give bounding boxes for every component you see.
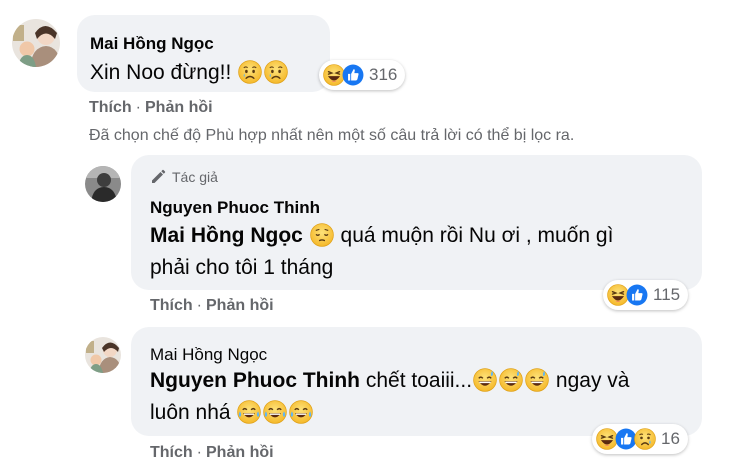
reply-text-line: phải cho tôi 1 tháng xyxy=(150,256,334,279)
comment-text-content: Xin Noo đừng!! xyxy=(90,61,232,84)
reaction-count: 316 xyxy=(369,65,398,84)
sad-face-emoji xyxy=(264,60,288,84)
author-badge: Tác giả xyxy=(150,169,218,185)
filter-notice: Đã chọn chế độ Phù hợp nhất nên một số c… xyxy=(89,127,575,144)
reply-text-content: quá muộn rồi Nu ơi , muốn gì xyxy=(340,224,614,247)
reaction-summary[interactable]: 16 xyxy=(592,424,688,454)
reply-text: Mai Hồng Ngọc quá muộn rồi Nu ơi , muốn … xyxy=(150,220,613,284)
like-icon xyxy=(626,284,648,306)
reply-text-content: ngay và xyxy=(555,369,630,392)
like-button[interactable]: Thích xyxy=(89,99,132,116)
comment-text: Xin Noo đừng!! xyxy=(90,57,289,89)
mention-link[interactable]: Mai Hồng Ngọc xyxy=(150,224,303,247)
laughing-tears-emoji xyxy=(237,400,261,424)
like-button[interactable]: Thích xyxy=(150,297,193,314)
mention-link[interactable]: Nguyen Phuoc Thinh xyxy=(150,369,360,392)
reply-button[interactable]: Phản hồi xyxy=(145,99,213,116)
reaction-count: 115 xyxy=(653,285,681,304)
avatar-mai-hong-ngoc[interactable] xyxy=(85,337,121,373)
reply-author[interactable]: Mai Hồng Ngọc xyxy=(150,345,267,365)
author-badge-label: Tác giả xyxy=(172,169,218,185)
like-button[interactable]: Thích xyxy=(150,444,193,461)
reply-actions: Thích · Phản hồi xyxy=(150,297,274,314)
sweat-smile-emoji xyxy=(473,368,497,392)
reply-author[interactable]: Nguyen Phuoc Thinh xyxy=(150,198,320,218)
reaction-summary[interactable]: 316 xyxy=(319,60,406,90)
reply-text: Nguyen Phuoc Thinh chết toaiii... ngay v… xyxy=(150,365,629,429)
laughing-tears-emoji xyxy=(263,400,287,424)
avatar-mai-hong-ngoc[interactable] xyxy=(12,19,60,67)
like-icon xyxy=(342,64,364,86)
reply-text-line: Nguyen Phuoc Thinh chết toaiii... ngay v… xyxy=(150,365,629,397)
pensive-emoji xyxy=(310,223,334,247)
sad-face-emoji xyxy=(238,60,262,84)
reply-actions: Thích · Phản hồi xyxy=(150,444,274,461)
pencil-icon xyxy=(152,169,166,183)
comment-author[interactable]: Mai Hồng Ngọc xyxy=(90,34,214,54)
reply-button[interactable]: Phản hồi xyxy=(206,297,274,314)
reaction-count: 16 xyxy=(661,429,680,448)
avatar-nguyen-phuoc-thinh[interactable] xyxy=(85,166,121,202)
laughing-tears-emoji xyxy=(289,400,313,424)
comment-actions: Thích · Phản hồi xyxy=(89,99,213,116)
reply-text-line: Mai Hồng Ngọc quá muộn rồi Nu ơi , muốn … xyxy=(150,220,613,252)
reaction-summary[interactable]: 115 xyxy=(603,280,689,310)
reply-text-content: luôn nhá xyxy=(150,401,231,424)
reply-text-content: chết toaiii... xyxy=(365,369,473,392)
sweat-smile-emoji xyxy=(499,368,523,392)
reply-button[interactable]: Phản hồi xyxy=(206,444,274,461)
sad-icon xyxy=(634,428,656,450)
reply-text-line: luôn nhá xyxy=(150,397,629,429)
sweat-smile-emoji xyxy=(525,368,549,392)
